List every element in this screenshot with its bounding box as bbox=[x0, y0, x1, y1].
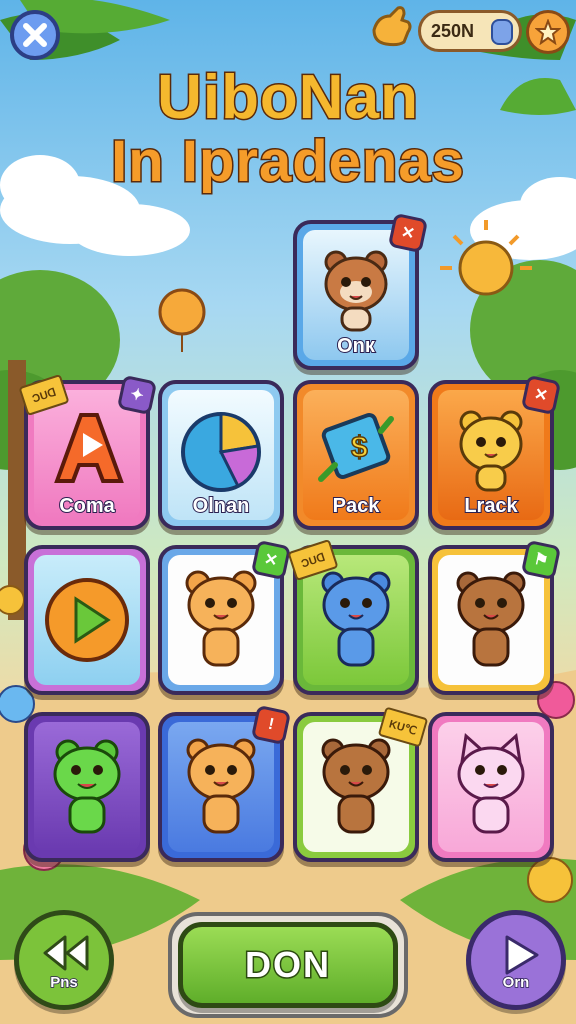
play-arrow-icon bbox=[505, 935, 539, 975]
pie-wheel-icon bbox=[181, 412, 261, 493]
close-icon bbox=[23, 23, 47, 47]
done-button-label: DON bbox=[244, 943, 331, 987]
sparkle-badge-icon: ✦ bbox=[116, 374, 158, 416]
close-badge-icon[interactable]: ✕ bbox=[520, 374, 562, 416]
tile-coma-label: Coma bbox=[58, 494, 116, 518]
cat-character-icon bbox=[457, 733, 525, 834]
done-button[interactable]: DON bbox=[178, 922, 398, 1008]
tile-monster-1[interactable]: ƆUꓷ bbox=[287, 538, 419, 695]
coin-counter: 250N bbox=[418, 10, 522, 52]
gem-icon bbox=[491, 19, 513, 45]
next-button[interactable]: Orn bbox=[466, 910, 566, 1010]
flag-badge-icon: ⚑ bbox=[520, 539, 562, 581]
tile-bear-1[interactable]: ✕ bbox=[158, 539, 292, 695]
tile-frog[interactable] bbox=[24, 712, 150, 862]
play-icon bbox=[45, 578, 129, 662]
tiger-character-icon bbox=[324, 250, 388, 332]
close-badge-icon[interactable]: ✕ bbox=[387, 212, 429, 254]
tile-cat[interactable] bbox=[428, 712, 554, 862]
tile-pack-label: Pack bbox=[332, 494, 381, 518]
tiger-character-icon bbox=[186, 738, 256, 834]
tile-play[interactable] bbox=[24, 545, 150, 695]
monster-character-icon bbox=[321, 571, 391, 667]
tile-featured-label: Onк bbox=[336, 334, 376, 358]
tile-lrack-label: Lrack bbox=[463, 494, 518, 518]
svg-text:$: $ bbox=[351, 431, 368, 464]
game-title-line1: UiboNan bbox=[156, 62, 420, 134]
game-title-line2: In Ipradenas bbox=[110, 128, 466, 196]
tile-coma[interactable]: ƆUꓷ ✦ Coma bbox=[18, 373, 158, 530]
tile-lrack[interactable]: ✕ Lrack bbox=[428, 374, 562, 530]
next-button-label: Orn bbox=[502, 973, 530, 992]
tile-olnan[interactable]: Olnan bbox=[158, 380, 284, 530]
money-pack-icon: $ bbox=[318, 413, 394, 483]
back-button-label: Pns bbox=[49, 973, 78, 992]
tile-pack[interactable]: $ Pack bbox=[293, 380, 419, 530]
tile-bear-2[interactable]: ⚑ bbox=[428, 539, 562, 695]
star-icon bbox=[535, 19, 561, 45]
rewind-icon bbox=[43, 935, 89, 971]
frog-character-icon bbox=[53, 739, 121, 834]
pointing-hand-icon bbox=[372, 6, 412, 47]
bear-character-icon bbox=[459, 410, 523, 492]
tile-tiger-1[interactable]: ! bbox=[158, 704, 292, 862]
tile-featured[interactable]: ✕ Onк bbox=[293, 212, 429, 370]
letter-a-play-icon bbox=[54, 413, 124, 484]
bear-character-icon bbox=[185, 570, 257, 667]
alert-badge: ! bbox=[250, 704, 292, 746]
bear-character-icon bbox=[456, 571, 526, 667]
close-button[interactable] bbox=[10, 10, 60, 60]
coin-amount: 250N bbox=[431, 20, 475, 41]
tile-bear-3[interactable]: KU℃ bbox=[293, 706, 429, 862]
star-button[interactable] bbox=[526, 10, 570, 54]
bear-character-icon bbox=[321, 738, 391, 834]
close-badge-icon[interactable]: ✕ bbox=[250, 539, 292, 581]
back-button[interactable]: Pns bbox=[14, 910, 114, 1010]
tile-olnan-label: Olnan bbox=[192, 494, 251, 518]
